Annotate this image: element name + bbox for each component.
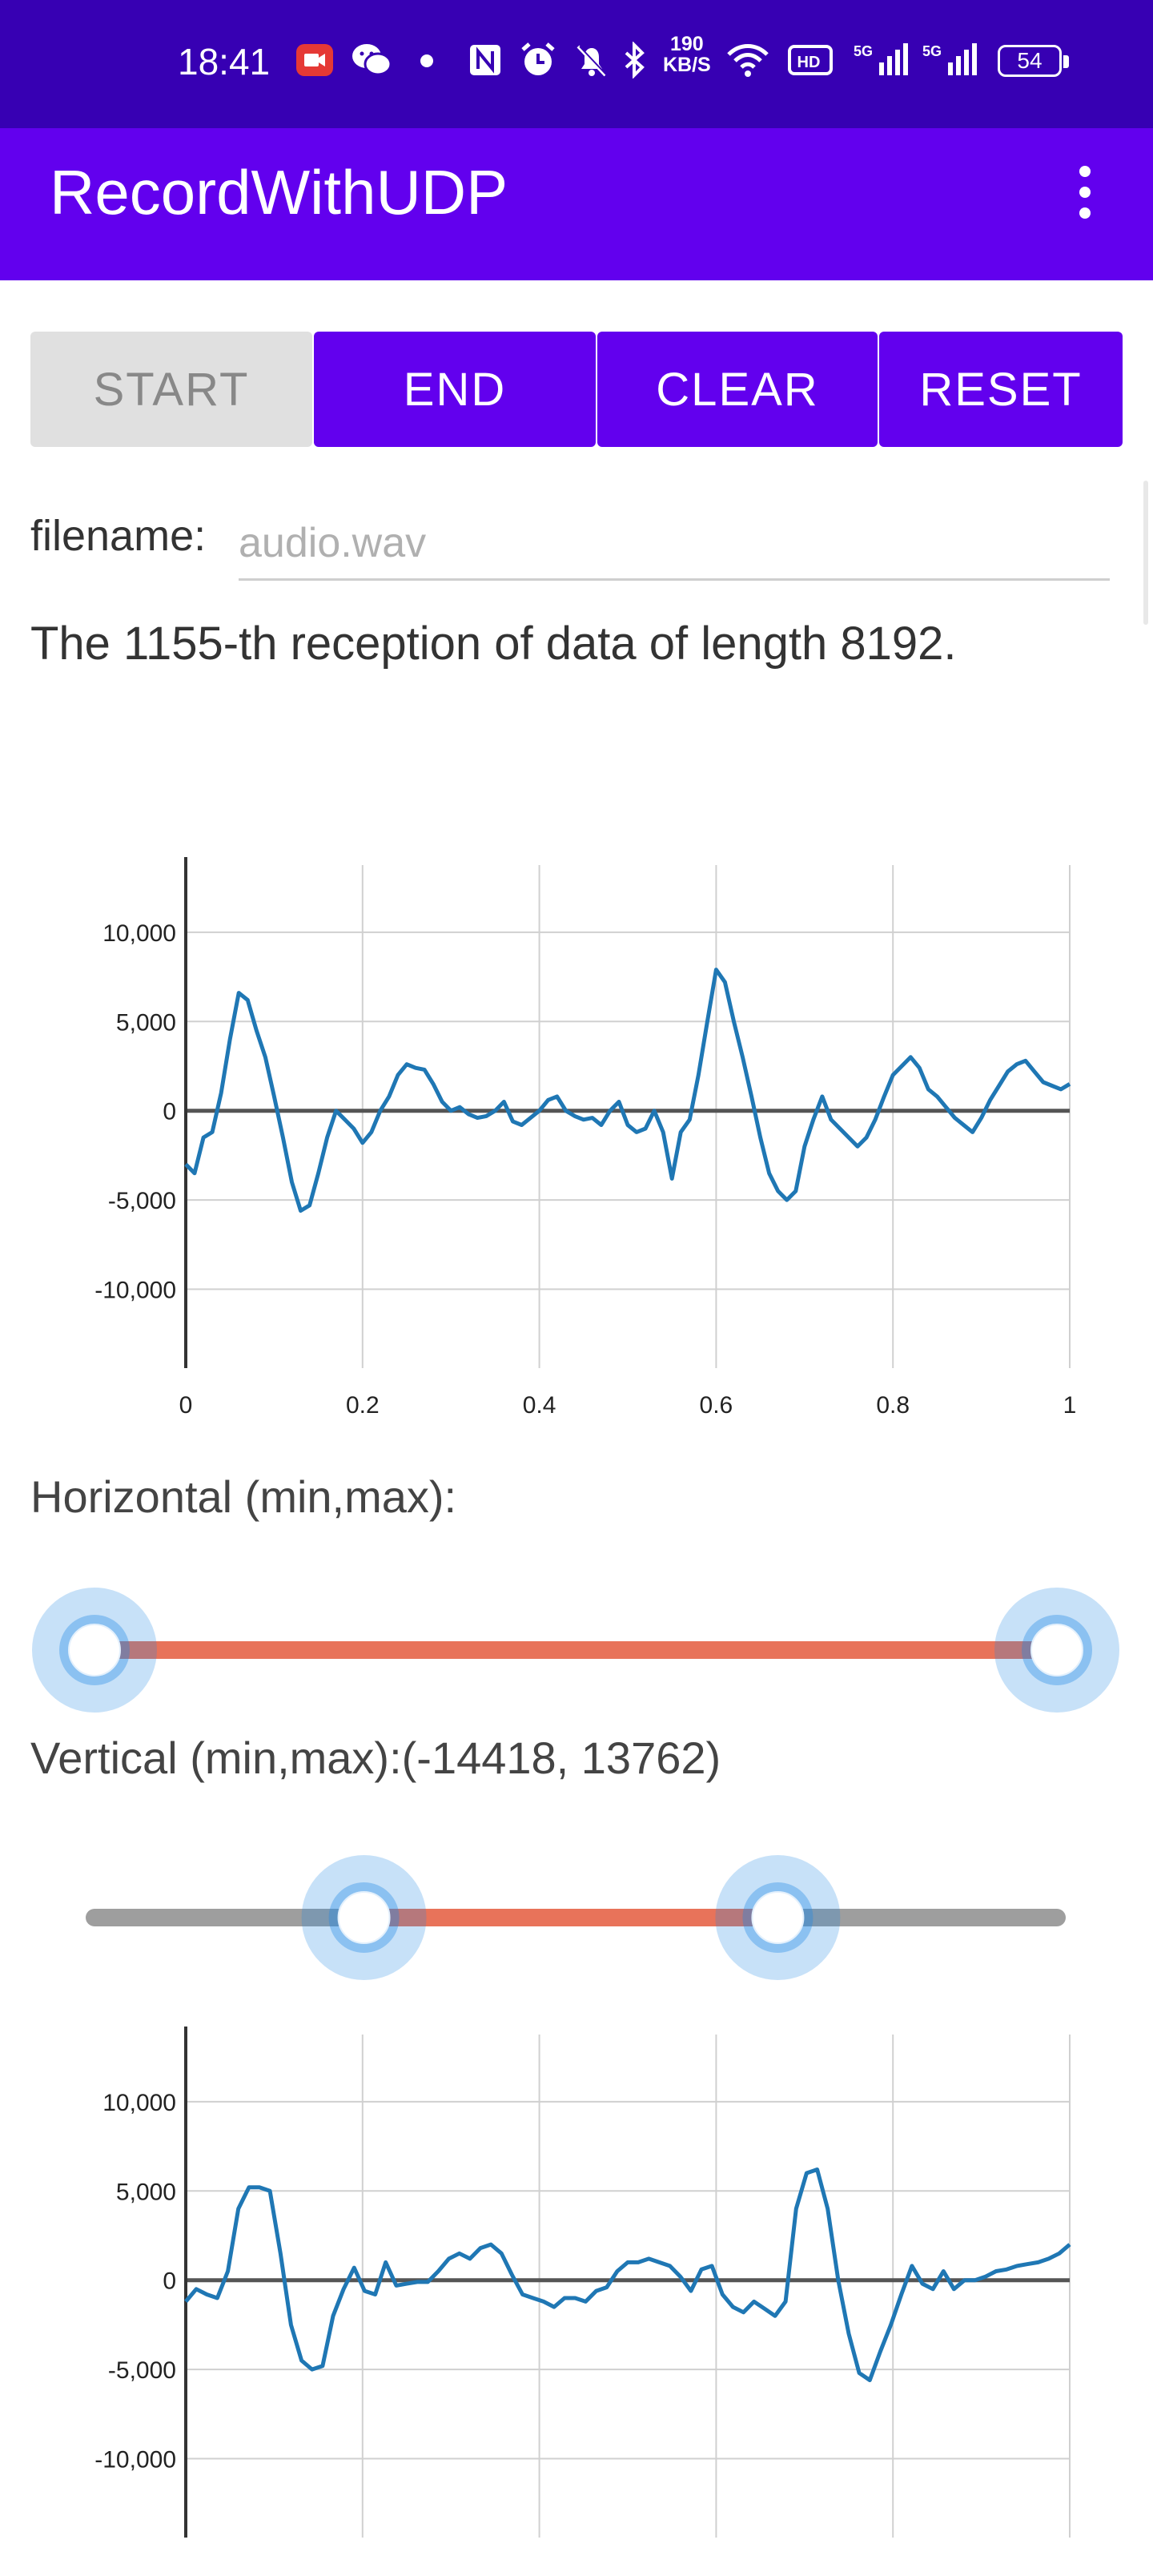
reset-button[interactable]: RESET	[879, 332, 1123, 447]
y-tick-label: 10,000	[102, 2090, 176, 2116]
slider-min-thumb[interactable]	[68, 1624, 121, 1676]
slider-min-thumb[interactable]	[337, 1891, 391, 1944]
start-button[interactable]: START	[30, 332, 312, 447]
y-tick-label: -10,000	[94, 2447, 176, 2473]
status-time: 18:41	[178, 41, 271, 83]
horizontal-range-slider[interactable]	[0, 1586, 1153, 1714]
x-tick-label: 0	[179, 1392, 193, 1419]
vertical-range-slider[interactable]	[0, 1854, 1153, 1982]
slider-max-thumb[interactable]	[1030, 1624, 1083, 1676]
y-tick-label: -5,000	[108, 2357, 176, 2384]
y-tick-label: 0	[163, 1099, 176, 1125]
series-line	[184, 968, 1071, 1213]
clear-button[interactable]: CLEAR	[597, 332, 878, 447]
signal-5g-icon-2: 5G	[921, 42, 977, 78]
horizontal-slider-label: Horizontal (min,max):	[30, 1471, 457, 1522]
waveform-chart-bottom: 10,000 5,000 0 -5,000 -10,000	[94, 2027, 1071, 2538]
y-tick-label: -5,000	[108, 1188, 176, 1214]
waveform-chart-top: 10,000 5,000 0 -5,000 -10,000 0 0.2 0.4 0.6 0.8 1	[94, 857, 1077, 1419]
filename-input[interactable]	[239, 508, 1110, 581]
speed-value: 190	[670, 33, 704, 55]
reception-status-text: The 1155-th reception of data of length …	[30, 618, 957, 670]
vertical-slider-label: Vertical (min,max):(-14418, 13762)	[30, 1733, 721, 1783]
wifi-icon	[725, 42, 770, 78]
more-vert-icon[interactable]	[1065, 156, 1105, 228]
network-speed: 190 KB/S	[663, 34, 711, 75]
app-title: RecordWithUDP	[50, 157, 508, 227]
screen-record-icon	[295, 42, 335, 78]
battery-level: 54	[1017, 48, 1043, 73]
x-tick-label: 0.8	[876, 1392, 910, 1419]
y-tick-label: 5,000	[116, 1009, 176, 1036]
slider-max-thumb[interactable]	[751, 1891, 805, 1944]
signal-5g-icon: 5G	[852, 42, 908, 78]
end-button[interactable]: END	[314, 332, 596, 447]
nfc-icon	[468, 42, 503, 78]
dot-icon	[416, 42, 437, 78]
svg-text:5G: 5G	[854, 43, 873, 59]
y-tick-label: 5,000	[116, 2179, 176, 2205]
x-tick-label: 0.6	[700, 1392, 733, 1419]
filename-label: filename:	[30, 512, 207, 560]
svg-text:5G: 5G	[922, 43, 942, 59]
series-line	[184, 2167, 1071, 2382]
wechat-icon	[349, 42, 394, 78]
x-tick-label: 0.2	[346, 1392, 380, 1419]
hd-icon: HD	[788, 42, 833, 78]
alarm-icon	[519, 42, 557, 78]
bluetooth-icon	[621, 42, 649, 78]
svg-text:HD: HD	[797, 54, 821, 71]
status-bar: 18:41 190 KB/S HD 5G 5G 54	[0, 0, 1153, 128]
speed-unit: KB/S	[663, 54, 711, 76]
x-tick-label: 0.4	[523, 1392, 556, 1419]
x-tick-label: 1	[1063, 1392, 1077, 1419]
y-tick-label: -10,000	[94, 1278, 176, 1304]
y-tick-label: 0	[163, 2268, 176, 2295]
y-tick-label: 10,000	[102, 920, 176, 947]
mute-icon	[573, 42, 610, 78]
scrollbar[interactable]	[1143, 481, 1148, 625]
battery-icon: 54	[998, 45, 1069, 77]
